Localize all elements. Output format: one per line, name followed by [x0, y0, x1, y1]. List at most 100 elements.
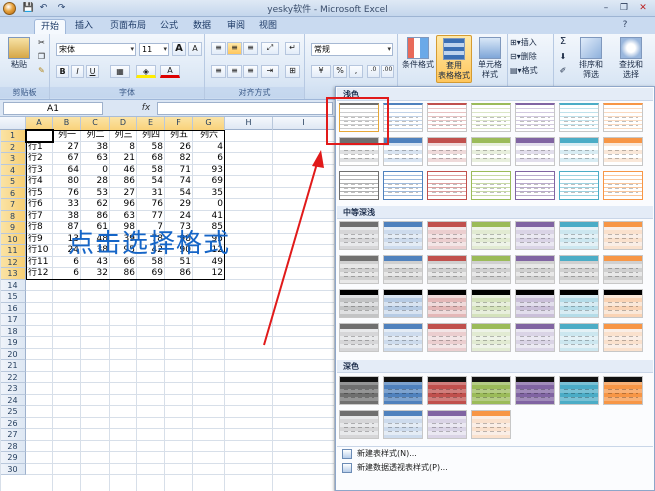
cell[interactable]: 96: [110, 199, 137, 211]
row-header[interactable]: 22: [0, 371, 26, 383]
table-style-swatch[interactable]: [559, 137, 599, 166]
font-name-combo[interactable]: 宋体 ▾: [56, 43, 136, 56]
cell[interactable]: 74: [165, 176, 193, 188]
table-style-swatch[interactable]: [427, 137, 467, 166]
cut-icon[interactable]: ✂: [36, 38, 47, 48]
table-style-swatch[interactable]: [427, 171, 467, 200]
cell[interactable]: 38: [53, 211, 81, 223]
table-style-swatch[interactable]: [471, 323, 511, 352]
table-style-swatch[interactable]: [559, 289, 599, 318]
table-style-swatch[interactable]: [559, 323, 599, 352]
cell[interactable]: 68: [137, 153, 165, 165]
table-style-swatch[interactable]: [603, 171, 643, 200]
table-style-swatch[interactable]: [471, 137, 511, 166]
cell[interactable]: 82: [165, 153, 193, 165]
table-style-swatch[interactable]: [603, 221, 643, 250]
row-header[interactable]: 19: [0, 337, 26, 349]
cell[interactable]: 行12: [26, 268, 53, 280]
row-header[interactable]: 23: [0, 383, 26, 395]
table-style-swatch[interactable]: [383, 289, 423, 318]
align-right-icon[interactable]: ≡: [243, 65, 258, 78]
cell[interactable]: 8: [110, 142, 137, 154]
row-header[interactable]: 26: [0, 417, 26, 429]
cell[interactable]: 列六: [193, 130, 225, 142]
merge-center-icon[interactable]: ⊞: [285, 65, 300, 78]
cell[interactable]: 列二: [81, 130, 110, 142]
tab-page-layout[interactable]: 页面布局: [104, 19, 152, 34]
bold-button[interactable]: B: [56, 65, 69, 78]
cell[interactable]: 33: [53, 199, 81, 211]
table-style-swatch[interactable]: [383, 221, 423, 250]
fill-color-icon[interactable]: ◈: [136, 65, 156, 78]
row-header[interactable]: 15: [0, 291, 26, 303]
table-style-swatch[interactable]: [515, 103, 555, 132]
cell[interactable]: 31: [137, 188, 165, 200]
cell[interactable]: 54: [137, 176, 165, 188]
cell[interactable]: 62: [81, 199, 110, 211]
align-left-icon[interactable]: ≡: [211, 65, 226, 78]
cell[interactable]: 38: [81, 142, 110, 154]
row-header[interactable]: 16: [0, 302, 26, 314]
cell[interactable]: 0: [193, 199, 225, 211]
table-style-swatch[interactable]: [559, 376, 599, 405]
help-icon[interactable]: ?: [616, 19, 634, 32]
row-header[interactable]: 7: [0, 199, 26, 211]
cell[interactable]: 63: [110, 211, 137, 223]
row-header[interactable]: 30: [0, 463, 26, 475]
cell[interactable]: 80: [53, 176, 81, 188]
cell[interactable]: 46: [110, 165, 137, 177]
row-header[interactable]: 9: [0, 222, 26, 234]
cell[interactable]: 64: [53, 165, 81, 177]
select-all-corner[interactable]: [0, 117, 26, 130]
table-style-swatch[interactable]: [427, 221, 467, 250]
row-header[interactable]: 12: [0, 256, 26, 268]
table-style-swatch[interactable]: [515, 376, 555, 405]
align-bottom-icon[interactable]: ≡: [243, 42, 258, 55]
cell[interactable]: 86: [110, 176, 137, 188]
row-header[interactable]: 13: [0, 268, 26, 280]
cell[interactable]: 行4: [26, 176, 53, 188]
font-size-combo[interactable]: 11 ▾: [139, 43, 169, 56]
table-style-swatch[interactable]: [603, 137, 643, 166]
table-style-swatch[interactable]: [339, 376, 379, 405]
table-style-swatch[interactable]: [471, 255, 511, 284]
cell[interactable]: 4: [193, 142, 225, 154]
table-style-swatch[interactable]: [515, 221, 555, 250]
italic-button[interactable]: I: [71, 65, 84, 78]
cell[interactable]: 行3: [26, 165, 53, 177]
cell[interactable]: 6: [193, 153, 225, 165]
fill-icon[interactable]: ⬇: [556, 52, 570, 62]
cell[interactable]: 列五: [165, 130, 193, 142]
borders-icon[interactable]: ▦: [110, 65, 130, 78]
row-header[interactable]: 11: [0, 245, 26, 257]
formula-input[interactable]: [157, 102, 333, 115]
cell[interactable]: 列三: [110, 130, 137, 142]
row-header[interactable]: 21: [0, 360, 26, 372]
cell[interactable]: 行5: [26, 188, 53, 200]
column-header-c[interactable]: C: [81, 117, 110, 130]
tab-data[interactable]: 数据: [188, 19, 216, 34]
row-header[interactable]: 29: [0, 452, 26, 464]
table-style-swatch[interactable]: [471, 221, 511, 250]
table-style-swatch[interactable]: [383, 376, 423, 405]
insert-function-button[interactable]: fx: [138, 102, 154, 115]
row-header[interactable]: 27: [0, 429, 26, 441]
table-style-swatch[interactable]: [603, 376, 643, 405]
cell[interactable]: 67: [53, 153, 81, 165]
row-header[interactable]: 24: [0, 394, 26, 406]
table-style-swatch[interactable]: [339, 410, 379, 439]
table-style-swatch[interactable]: [559, 103, 599, 132]
table-style-swatch[interactable]: [427, 323, 467, 352]
align-middle-icon[interactable]: ≡: [227, 42, 242, 55]
decrease-decimal-icon[interactable]: .00: [381, 65, 394, 78]
conditional-format-button[interactable]: 条件格式: [401, 37, 435, 70]
table-style-swatch[interactable]: [339, 289, 379, 318]
cell[interactable]: 29: [165, 199, 193, 211]
sort-filter-button[interactable]: 排序和 筛选: [572, 37, 610, 80]
table-style-swatch[interactable]: [383, 171, 423, 200]
cell[interactable]: 53: [81, 188, 110, 200]
row-header[interactable]: 6: [0, 187, 26, 199]
table-style-swatch[interactable]: [339, 221, 379, 250]
row-header[interactable]: 17: [0, 314, 26, 326]
autosum-button[interactable]: Σ: [556, 37, 570, 47]
